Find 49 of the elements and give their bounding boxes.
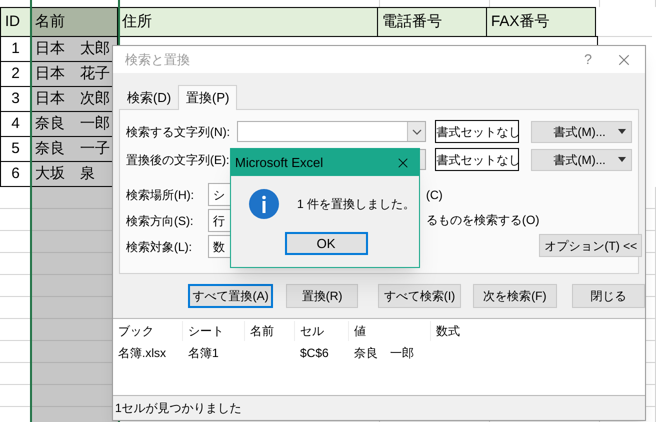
combo-field[interactable]: [237, 121, 426, 142]
checkbox-label: るものを検索する(O): [426, 212, 540, 229]
checkbox-label: (C): [426, 187, 444, 204]
no-format-button[interactable]: 書式セットなし: [435, 148, 520, 171]
column-header: FAX番号: [486, 7, 596, 37]
tab[interactable]: 置換(P): [178, 85, 238, 110]
field-label: 検索する文字列(N):: [126, 124, 231, 140]
tab[interactable]: 検索(D): [120, 87, 178, 109]
results-cell: 名簿1: [188, 346, 219, 360]
column-header: 住所: [117, 7, 378, 37]
results-column-header: ブック: [118, 323, 154, 340]
message-text: 1 件を置換しました。: [297, 196, 416, 213]
option-label: 検索場所(H):: [126, 186, 195, 204]
option-label: 検索対象(L):: [126, 238, 193, 256]
dialog-button[interactable]: 次を検索(F): [473, 284, 557, 308]
info-icon: [249, 189, 279, 219]
no-format-button[interactable]: 書式セットなし: [435, 120, 520, 143]
dropdown-field[interactable]: 行: [208, 209, 230, 232]
help-button[interactable]: ?: [573, 49, 603, 70]
dropdown-field[interactable]: シ: [208, 183, 230, 206]
options-button[interactable]: オプション(T) <<: [539, 234, 642, 257]
message-title: Microsoft Excel: [235, 154, 324, 172]
field-label: 置換後の文字列(E):: [126, 152, 230, 168]
results-column-header: 名前: [250, 323, 274, 340]
dialog-button[interactable]: 閉じる: [572, 284, 645, 308]
results-cell: 奈良 一郎: [354, 346, 414, 360]
results-column-header: 値: [354, 323, 366, 340]
column-header: ID: [0, 7, 31, 37]
format-button[interactable]: 書式(M)...: [531, 148, 632, 170]
option-label: 検索方向(S):: [126, 212, 194, 230]
format-button[interactable]: 書式(M)...: [531, 120, 632, 142]
results-column-header: 数式: [436, 323, 460, 340]
dropdown-field[interactable]: 数: [208, 235, 230, 258]
results-cell: $C$6: [300, 346, 329, 360]
dialog-button[interactable]: 置換(R): [286, 284, 358, 308]
column-header: 名前: [30, 7, 118, 37]
dialog-button[interactable]: すべて検索(I): [378, 284, 462, 308]
ok-button[interactable]: OK: [284, 232, 368, 255]
dialog-title: 検索と置換: [125, 50, 190, 69]
caret-icon: [618, 157, 626, 162]
caret-icon: [618, 129, 626, 134]
column-header: 電話番号: [377, 7, 487, 37]
dialog-button[interactable]: すべて置換(A): [188, 284, 274, 308]
status-text: 1セルが見つかりました: [115, 400, 242, 417]
table-cell: 6: [0, 161, 31, 187]
results-column-header: シート: [188, 323, 224, 340]
chevron-icon: [412, 128, 422, 134]
results-column-header: セル: [300, 323, 324, 340]
results-cell: 名簿.xlsx: [118, 346, 166, 360]
